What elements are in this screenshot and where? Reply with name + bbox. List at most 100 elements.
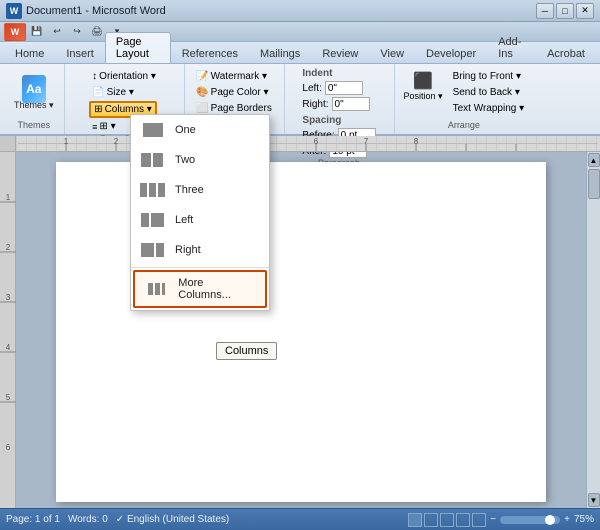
size-button[interactable]: 📄 Size ▾ xyxy=(89,85,137,100)
columns-right-label: Right xyxy=(175,244,201,256)
ruler-area: 1 2 3 4 5 6 7 8 xyxy=(0,136,600,152)
columns-three-icon xyxy=(139,180,167,200)
arrange-row1: ⬛ Position ▾ Bring to Front ▾ Send to Ba… xyxy=(401,69,528,116)
columns-three-label: Three xyxy=(175,184,204,196)
title-bar-left: W Document1 - Microsoft Word xyxy=(6,3,166,19)
menu-divider xyxy=(131,267,269,268)
tab-page-layout[interactable]: Page Layout xyxy=(105,32,171,63)
page-color-label: Page Color ▾ xyxy=(211,87,269,98)
redo-button[interactable]: ↪ xyxy=(68,24,86,40)
send-back-label: Send to Back ▾ xyxy=(453,87,520,98)
page-bg-content: 📝 Watermark ▾ 🎨 Page Color ▾ ⬜ Page Bord… xyxy=(193,66,275,120)
breaks-button[interactable]: ≡ ⊞ ▾ xyxy=(89,119,118,134)
print-layout-button[interactable] xyxy=(408,513,422,527)
text-wrapping-label: Text Wrapping ▾ xyxy=(453,103,525,114)
position-icon: ⬛ xyxy=(413,71,433,91)
undo-button[interactable]: ↩ xyxy=(48,24,66,40)
indent-left-row: Left: 0" xyxy=(302,81,362,95)
more-columns-item[interactable]: More Columns... xyxy=(133,270,267,308)
status-bar: Page: 1 of 1 Words: 0 ✓ English (United … xyxy=(0,508,600,530)
themes-label: Themes ▾ xyxy=(14,101,54,111)
content-area: Columns xyxy=(16,152,586,508)
horizontal-ruler: 1 2 3 4 5 6 7 8 xyxy=(16,136,600,151)
tab-review[interactable]: Review xyxy=(311,44,369,63)
save-button[interactable]: 💾 xyxy=(28,24,46,40)
position-button[interactable]: ⬛ Position ▾ xyxy=(401,69,446,116)
tab-acrobat[interactable]: Acrobat xyxy=(536,44,596,63)
svg-text:2: 2 xyxy=(114,137,119,146)
more-columns-icon xyxy=(143,279,170,299)
columns-three-item[interactable]: Three xyxy=(131,175,269,205)
tab-developer[interactable]: Developer xyxy=(415,44,487,63)
maximize-button[interactable]: □ xyxy=(556,3,574,19)
language-check-icon: ✓ xyxy=(116,514,124,525)
columns-one-item[interactable]: One xyxy=(131,115,269,145)
send-to-back-button[interactable]: Send to Back ▾ xyxy=(450,85,528,100)
arrange-col2: Bring to Front ▾ Send to Back ▾ Text Wra… xyxy=(450,69,528,116)
more-columns-label: More Columns... xyxy=(178,277,257,301)
minimize-button[interactable]: ─ xyxy=(536,3,554,19)
indent-right-input[interactable]: 0" xyxy=(332,97,370,111)
indent-right-label: Right: xyxy=(302,99,328,110)
web-layout-button[interactable] xyxy=(440,513,454,527)
zoom-thumb[interactable] xyxy=(545,515,555,525)
draft-button[interactable] xyxy=(472,513,486,527)
columns-right-item[interactable]: Right xyxy=(131,235,269,265)
scroll-down-button[interactable]: ▼ xyxy=(588,493,600,507)
arrange-group-label: Arrange xyxy=(448,120,480,132)
columns-left-icon xyxy=(139,210,167,230)
window-controls[interactable]: ─ □ ✕ xyxy=(536,3,594,19)
themes-button[interactable]: Aa Themes ▾ xyxy=(10,74,58,114)
breaks-icon: ≡ xyxy=(92,122,97,132)
orientation-button[interactable]: ↕ Orientation ▾ xyxy=(89,69,159,84)
watermark-button[interactable]: 📝 Watermark ▾ xyxy=(193,69,270,84)
tab-home[interactable]: Home xyxy=(4,44,55,63)
scroll-up-button[interactable]: ▲ xyxy=(588,153,600,167)
page-borders-label: Page Borders xyxy=(211,103,272,114)
svg-text:7: 7 xyxy=(364,137,369,146)
watermark-icon: 📝 xyxy=(196,71,208,82)
word-count: Words: 0 xyxy=(68,514,108,525)
scroll-thumb[interactable] xyxy=(588,169,600,199)
indent-left-input[interactable]: 0" xyxy=(325,81,363,95)
print-button[interactable]: 🖨 xyxy=(88,24,106,40)
arrange-content: ⬛ Position ▾ Bring to Front ▾ Send to Ba… xyxy=(401,66,528,120)
scroll-track xyxy=(587,168,600,492)
zoom-out-button[interactable]: − xyxy=(490,514,496,525)
ribbon: Aa Themes ▾ Themes ↕ Orientation ▾ 📄 Siz… xyxy=(0,64,600,136)
svg-text:4: 4 xyxy=(6,343,11,352)
svg-text:2: 2 xyxy=(6,243,11,252)
svg-text:3: 3 xyxy=(6,293,11,302)
text-wrapping-button[interactable]: Text Wrapping ▾ xyxy=(450,101,528,116)
indent-header: Indent xyxy=(302,68,332,79)
close-button[interactable]: ✕ xyxy=(576,3,594,19)
bring-front-label: Bring to Front ▾ xyxy=(453,71,521,82)
svg-text:1: 1 xyxy=(6,193,11,202)
tab-add-ins[interactable]: Add-Ins xyxy=(487,32,536,63)
office-button[interactable]: W xyxy=(4,23,26,41)
columns-one-label: One xyxy=(175,124,196,136)
watermark-label: Watermark ▾ xyxy=(211,71,267,82)
tab-insert[interactable]: Insert xyxy=(55,44,105,63)
page-indicator: Page: 1 of 1 xyxy=(6,514,60,525)
page-color-icon: 🎨 xyxy=(196,87,208,98)
tab-references[interactable]: References xyxy=(171,44,249,63)
zoom-in-button[interactable]: + xyxy=(564,514,570,525)
arrange-group: ⬛ Position ▾ Bring to Front ▾ Send to Ba… xyxy=(395,64,534,134)
tab-mailings[interactable]: Mailings xyxy=(249,44,311,63)
bring-to-front-button[interactable]: Bring to Front ▾ xyxy=(450,69,528,84)
zoom-slider[interactable] xyxy=(500,516,560,524)
breaks-label: ⊞ ▾ xyxy=(99,121,115,132)
vertical-ruler: 1 2 3 4 5 6 xyxy=(0,152,16,508)
themes-content: Aa Themes ▾ xyxy=(10,66,58,120)
columns-left-item[interactable]: Left xyxy=(131,205,269,235)
orientation-icon: ↕ xyxy=(92,71,97,82)
full-screen-button[interactable] xyxy=(424,513,438,527)
size-icon: 📄 xyxy=(92,87,104,98)
outline-button[interactable] xyxy=(456,513,470,527)
columns-two-item[interactable]: Two xyxy=(131,145,269,175)
vertical-scrollbar[interactable]: ▲ ▼ xyxy=(586,152,600,508)
page-borders-icon: ⬜ xyxy=(196,103,208,114)
tab-view[interactable]: View xyxy=(369,44,415,63)
page-color-button[interactable]: 🎨 Page Color ▾ xyxy=(193,85,271,100)
